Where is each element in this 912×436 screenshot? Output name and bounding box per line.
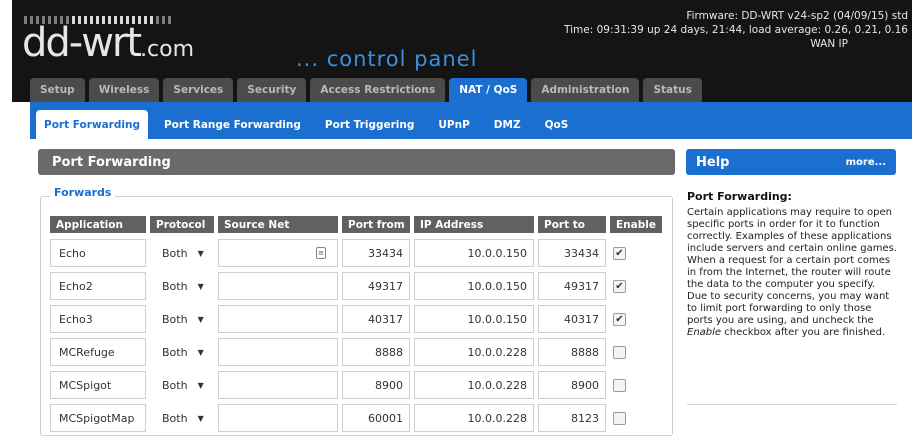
sub-nav: Port Forwarding Port Range Forwarding Po… [36,110,576,139]
caret-down-icon: ▼ [197,380,204,390]
forwards-legend: Forwards [50,186,116,199]
subtab-qos[interactable]: QoS [537,110,577,139]
control-panel-subtitle: ... control panel [296,47,478,71]
ip-address-input[interactable]: 10.0.0.228 [414,404,534,432]
enable-checkbox[interactable] [613,346,626,359]
enable-checkbox[interactable] [613,379,626,392]
protocol-select[interactable]: Both ▼ [150,239,214,267]
application-input[interactable]: MCSpigot [50,371,146,399]
port-from-input[interactable]: 8900 [342,371,410,399]
subtab-port-triggering[interactable]: Port Triggering [317,110,422,139]
enable-checkbox[interactable]: ✔ [613,280,626,293]
wan-ip-label: WAN IP [810,38,848,50]
col-header-ip-address: IP Address [414,216,534,233]
help-topic: Port Forwarding: [687,190,792,203]
port-to-input[interactable]: 8900 [538,371,606,399]
help-more-link[interactable]: more... [846,157,886,168]
ip-address-input[interactable]: 10.0.0.228 [414,371,534,399]
source-net-input[interactable] [218,272,338,300]
port-from-input[interactable]: 33434 [342,239,410,267]
col-header-port-to: Port to [538,216,606,233]
protocol-value: Both [162,312,188,326]
port-to-input[interactable]: 8123 [538,404,606,432]
application-input[interactable]: Echo3 [50,305,146,333]
help-divider [687,404,897,405]
protocol-select[interactable]: Both ▼ [150,371,214,399]
enable-checkbox[interactable] [613,412,626,425]
caret-down-icon: ▼ [197,248,204,258]
port-from-input[interactable]: 8888 [342,338,410,366]
port-to-input[interactable]: 8888 [538,338,606,366]
protocol-value: Both [162,378,188,392]
help-text: Certain applications may require to open… [687,207,897,338]
protocol-value: Both [162,246,188,260]
firmware-info: Firmware: DD-WRT v24-sp2 (04/09/15) std … [564,9,908,51]
form-field-icon[interactable]: ≡ [316,247,326,259]
caret-down-icon: ▼ [197,281,204,291]
subtab-upnp[interactable]: UPnP [430,110,477,139]
application-input[interactable]: MCSpigotMap [50,404,146,432]
col-header-enable: Enable [610,216,662,233]
port-to-input[interactable]: 33434 [538,239,606,267]
col-header-port-from: Port from [342,216,410,233]
protocol-value: Both [162,345,188,359]
protocol-select[interactable]: Both ▼ [150,404,214,432]
protocol-select[interactable]: Both ▼ [150,272,214,300]
help-header: Help more... [686,149,896,175]
source-net-input[interactable] [218,338,338,366]
tab-access-restrictions[interactable]: Access Restrictions [310,78,446,102]
ddwrt-logo: dd-wrt.com [22,20,195,66]
ip-address-input[interactable]: 10.0.0.150 [414,239,534,267]
col-header-protocol: Protocol [150,216,214,233]
port-from-input[interactable]: 40317 [342,305,410,333]
tab-security[interactable]: Security [237,78,307,102]
ip-address-input[interactable]: 10.0.0.228 [414,338,534,366]
subtab-port-range-forwarding[interactable]: Port Range Forwarding [156,110,309,139]
main-nav: Setup Wireless Services Security Access … [30,78,702,102]
col-header-source-net: Source Net [218,216,338,233]
uptime-text: Time: 09:31:39 up 24 days, 21:44, load a… [564,24,908,36]
protocol-select[interactable]: Both ▼ [150,338,214,366]
section-title: Port Forwarding [38,149,675,175]
port-from-input[interactable]: 49317 [342,272,410,300]
ip-address-input[interactable]: 10.0.0.150 [414,305,534,333]
application-input[interactable]: Echo2 [50,272,146,300]
application-input[interactable]: MCRefuge [50,338,146,366]
tab-nat-qos[interactable]: NAT / QoS [449,78,528,102]
port-to-input[interactable]: 40317 [538,305,606,333]
enable-checkbox[interactable]: ✔ [613,313,626,326]
protocol-value: Both [162,279,188,293]
firmware-version: Firmware: DD-WRT v24-sp2 (04/09/15) std [686,10,908,22]
source-net-input[interactable] [218,371,338,399]
caret-down-icon: ▼ [197,347,204,357]
caret-down-icon: ▼ [197,413,204,423]
col-header-application: Application [50,216,146,233]
protocol-select[interactable]: Both ▼ [150,305,214,333]
tab-status[interactable]: Status [643,78,702,102]
tab-setup[interactable]: Setup [30,78,85,102]
subtab-dmz[interactable]: DMZ [486,110,529,139]
source-net-input[interactable] [218,404,338,432]
ip-address-input[interactable]: 10.0.0.150 [414,272,534,300]
tab-services[interactable]: Services [163,78,234,102]
enable-checkbox[interactable]: ✔ [613,247,626,260]
port-from-input[interactable]: 60001 [342,404,410,432]
tab-administration[interactable]: Administration [531,78,640,102]
tab-wireless[interactable]: Wireless [88,78,160,102]
application-input[interactable]: Echo [50,239,146,267]
subtab-port-forwarding[interactable]: Port Forwarding [36,110,148,139]
port-to-input[interactable]: 49317 [538,272,606,300]
source-net-input[interactable] [218,305,338,333]
help-title: Help [696,154,730,170]
caret-down-icon: ▼ [197,314,204,324]
